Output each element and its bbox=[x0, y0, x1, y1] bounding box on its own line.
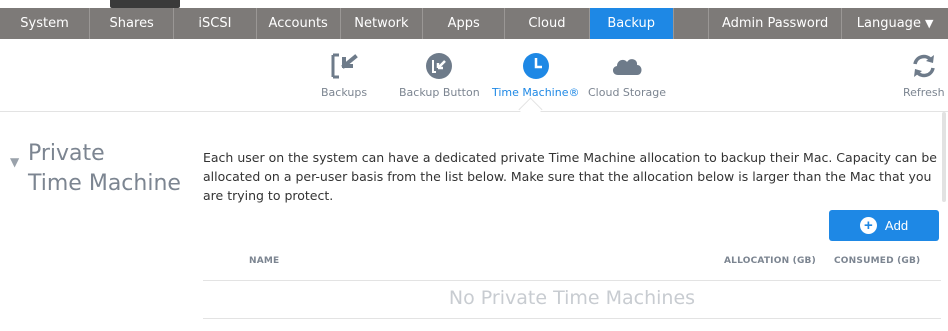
nav-tab-iscsi[interactable]: iSCSI bbox=[174, 8, 257, 39]
nav-tab-label: Shares bbox=[109, 16, 154, 31]
top-fragment bbox=[110, 0, 180, 8]
refresh-button[interactable]: Refresh bbox=[903, 49, 945, 99]
scrollbar[interactable] bbox=[942, 112, 946, 202]
nav-tab-label: iSCSI bbox=[198, 16, 232, 31]
nav-tab-label: Apps bbox=[447, 16, 480, 31]
subnav-label: Backups bbox=[321, 86, 368, 99]
sub-toolbar: Backups Backup Button Time Machine® Clou… bbox=[0, 39, 948, 112]
nav-tab-apps[interactable]: Apps bbox=[423, 8, 506, 39]
nav-tab-cloud[interactable]: Cloud bbox=[505, 8, 590, 39]
backups-arrow-icon bbox=[327, 49, 361, 83]
nav-tab-admin-password[interactable]: Admin Password bbox=[709, 8, 843, 39]
cloud-icon bbox=[610, 49, 644, 83]
table-bottom-divider bbox=[203, 318, 941, 319]
nav-tab-shares[interactable]: Shares bbox=[90, 8, 175, 39]
nav-tab-accounts[interactable]: Accounts bbox=[257, 8, 341, 39]
time-machine-clock-icon bbox=[519, 49, 553, 83]
nav-tab-spacer bbox=[674, 8, 710, 39]
nav-tab-backup[interactable]: Backup bbox=[589, 8, 674, 39]
nav-tab-label: System bbox=[20, 16, 69, 31]
subnav-label: Cloud Storage bbox=[588, 86, 666, 99]
window-top-strip bbox=[0, 0, 948, 8]
nav-tab-label: Language bbox=[856, 16, 921, 31]
subnav-cloud-storage[interactable]: Cloud Storage bbox=[588, 49, 666, 99]
column-header-consumed[interactable]: CONSUMED (GB) bbox=[834, 256, 920, 266]
nav-tab-label: Cloud bbox=[528, 16, 566, 31]
add-button[interactable]: + Add bbox=[829, 210, 939, 241]
nav-tab-system[interactable]: System bbox=[0, 8, 91, 39]
subnav-backups[interactable]: Backups bbox=[321, 49, 367, 99]
empty-table-message: No Private Time Machines bbox=[448, 287, 696, 309]
plus-circle-icon: + bbox=[859, 217, 877, 234]
backup-button-icon bbox=[422, 49, 456, 83]
nav-tab-label: Network bbox=[354, 16, 409, 31]
refresh-icon bbox=[907, 49, 941, 83]
subnav-label: Time Machine® bbox=[492, 86, 580, 99]
section-title-line2: Time Machine bbox=[28, 171, 181, 196]
subnav-label: Backup Button bbox=[399, 86, 480, 99]
column-header-name[interactable]: NAME bbox=[249, 256, 279, 266]
add-button-label: Add bbox=[884, 218, 909, 233]
table-header-divider bbox=[203, 280, 941, 281]
main-nav: System Shares iSCSI Accounts Network App… bbox=[0, 8, 948, 39]
subnav-backup-button[interactable]: Backup Button bbox=[399, 49, 480, 99]
nav-tab-language[interactable]: Language ▼ bbox=[842, 8, 948, 39]
column-header-allocation[interactable]: ALLOCATION (GB) bbox=[724, 256, 816, 266]
nav-tab-label: Accounts bbox=[268, 16, 328, 31]
nav-tab-network[interactable]: Network bbox=[341, 8, 424, 39]
section-title-line1: Private bbox=[28, 141, 105, 166]
refresh-label: Refresh bbox=[903, 86, 945, 99]
section-description: Each user on the system can have a dedic… bbox=[203, 150, 937, 203]
collapse-triangle-icon[interactable]: ▼ bbox=[10, 148, 19, 176]
chevron-down-icon: ▼ bbox=[924, 17, 934, 30]
nav-tab-label: Backup bbox=[607, 16, 655, 31]
subnav-time-machine[interactable]: Time Machine® bbox=[492, 49, 579, 99]
nav-tab-label: Admin Password bbox=[721, 16, 829, 31]
